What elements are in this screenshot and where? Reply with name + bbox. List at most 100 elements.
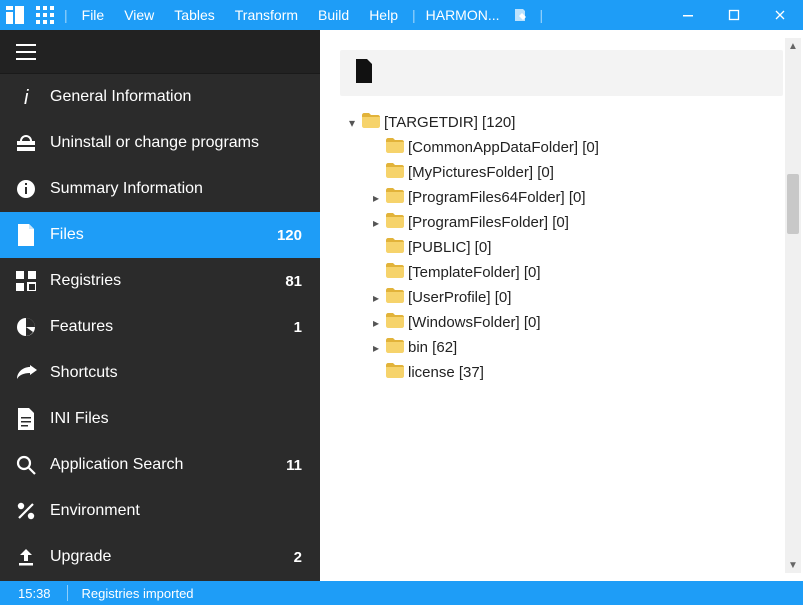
- vertical-scrollbar[interactable]: ▲ ▼: [785, 38, 801, 573]
- tree-node-label: [ProgramFilesFolder] [0]: [408, 214, 569, 231]
- upgrade-icon: [14, 547, 38, 567]
- sidebar-item-label: Upgrade: [50, 548, 111, 566]
- sidebar-item-badge: 81: [285, 273, 302, 290]
- sidebar-item-label: Application Search: [50, 456, 183, 474]
- app-layout-icon[interactable]: [0, 6, 30, 24]
- scroll-down-button[interactable]: ▼: [785, 557, 801, 573]
- info-italic-icon: i: [14, 87, 38, 107]
- scroll-up-button[interactable]: ▲: [785, 38, 801, 54]
- folder-icon: [386, 313, 404, 332]
- sidebar-item-upgrade[interactable]: Upgrade 2: [0, 534, 320, 580]
- scroll-thumb[interactable]: [787, 174, 799, 234]
- tree-node-label: [PUBLIC] [0]: [408, 239, 491, 256]
- tree-row[interactable]: ▸ [ProgramFiles64Folder] [0]: [340, 185, 783, 210]
- sidebar-item-label: General Information: [50, 88, 191, 106]
- status-time: 15:38: [0, 586, 67, 601]
- tree-row[interactable]: ▸[CommonAppDataFolder] [0]: [340, 135, 783, 160]
- tree-node-label: [TARGETDIR] [120]: [384, 114, 515, 131]
- sidebar-item-badge: 1: [294, 319, 302, 336]
- sidebar-item-label: Uninstall or change programs: [50, 134, 259, 152]
- tree-row[interactable]: ▸[MyPicturesFolder] [0]: [340, 160, 783, 185]
- file-icon: [14, 224, 38, 246]
- menu-view[interactable]: View: [114, 0, 164, 30]
- tree-row[interactable]: ▸ bin [62]: [340, 335, 783, 360]
- search-icon: [14, 455, 38, 475]
- sidebar-item-label: Files: [50, 226, 84, 244]
- tree-node-label: [CommonAppDataFolder] [0]: [408, 139, 599, 156]
- sidebar-item-files[interactable]: Files120: [0, 212, 320, 258]
- folder-icon: [362, 113, 380, 132]
- sidebar-item-label: Features: [50, 318, 113, 336]
- tree-node-label: [TemplateFolder] [0]: [408, 264, 541, 281]
- tree-row[interactable]: ▸ [WindowsFolder] [0]: [340, 310, 783, 335]
- tree-node-label: [MyPicturesFolder] [0]: [408, 164, 554, 181]
- sidebar-item-registries[interactable]: Registries 81: [0, 258, 320, 304]
- tree-node-label: [WindowsFolder] [0]: [408, 314, 541, 331]
- caret-right-icon[interactable]: ▸: [368, 216, 384, 230]
- window-minimize-button[interactable]: [665, 0, 711, 30]
- menu-file[interactable]: File: [72, 0, 115, 30]
- folder-icon: [386, 163, 404, 182]
- menu-help[interactable]: Help: [359, 0, 408, 30]
- folder-icon: [386, 363, 404, 382]
- percent-icon: [14, 501, 38, 521]
- caret-right-icon[interactable]: ▸: [368, 191, 384, 205]
- caret-down-icon[interactable]: ▾: [344, 116, 360, 130]
- shortcut-icon: [14, 365, 38, 381]
- titlebar: | File View Tables Transform Build Help …: [0, 0, 803, 30]
- folder-icon: [386, 138, 404, 157]
- menu-transform[interactable]: Transform: [225, 0, 308, 30]
- sidebar-item-summary-information[interactable]: Summary Information: [0, 166, 320, 212]
- folder-icon: [386, 338, 404, 357]
- tree-row[interactable]: ▸[PUBLIC] [0]: [340, 235, 783, 260]
- folder-icon: [386, 238, 404, 257]
- tree-row[interactable]: ▸[UserProfile] [0]: [340, 285, 783, 310]
- menu-tables[interactable]: Tables: [164, 0, 224, 30]
- content-header: [340, 50, 783, 96]
- uninstall-icon: [14, 133, 38, 153]
- sidebar-item-ini-files[interactable]: INI Files: [0, 396, 320, 442]
- sidebar-item-general-information[interactable]: i General Information: [0, 74, 320, 120]
- folder-icon: [386, 213, 404, 232]
- caret-right-icon[interactable]: ▸: [368, 341, 384, 355]
- tree-row[interactable]: ▸ [ProgramFilesFolder] [0]: [340, 210, 783, 235]
- sidebar-hamburger-button[interactable]: [0, 30, 320, 74]
- window-close-button[interactable]: [757, 0, 803, 30]
- folder-icon: [386, 288, 404, 307]
- titlebar-separator: |: [408, 7, 420, 23]
- sidebar-item-uninstall-or-change-programs[interactable]: Uninstall or change programs: [0, 120, 320, 166]
- svg-text:i: i: [24, 87, 29, 107]
- folder-tree: ▾[TARGETDIR] [120]▸[CommonAppDataFolder]…: [340, 110, 783, 385]
- titlebar-separator: |: [536, 7, 548, 23]
- info-circle-icon: [14, 179, 38, 199]
- sidebar-item-features[interactable]: Features 1: [0, 304, 320, 350]
- sidebar-item-label: Summary Information: [50, 180, 203, 198]
- file-icon: [354, 59, 374, 88]
- folder-icon: [386, 188, 404, 207]
- sidebar-item-label: INI Files: [50, 410, 109, 428]
- folder-icon: [386, 263, 404, 282]
- tree-node-label: bin [62]: [408, 339, 457, 356]
- caret-right-icon[interactable]: ▸: [368, 316, 384, 330]
- app-grid-icon[interactable]: [30, 6, 60, 24]
- sidebar-item-shortcuts[interactable]: Shortcuts: [0, 350, 320, 396]
- edit-document-icon[interactable]: [506, 7, 536, 23]
- sidebar-item-badge: 2: [294, 549, 302, 566]
- sidebar-item-environment[interactable]: Environment: [0, 488, 320, 534]
- window-maximize-button[interactable]: [711, 0, 757, 30]
- sidebar-item-application-search[interactable]: Application Search11: [0, 442, 320, 488]
- scroll-track[interactable]: [785, 54, 801, 557]
- tree-node-label: license [37]: [408, 364, 484, 381]
- hamburger-icon: [16, 44, 36, 60]
- tree-row[interactable]: ▸[TemplateFolder] [0]: [340, 260, 783, 285]
- sidebar-item-label: Shortcuts: [50, 364, 118, 382]
- tree-row[interactable]: ▸license [37]: [340, 360, 783, 385]
- pie-icon: [14, 317, 38, 337]
- tree-row[interactable]: ▾ [TARGETDIR] [120]: [340, 110, 783, 135]
- caret-right-icon[interactable]: ▸: [368, 291, 384, 305]
- sidebar-item-label: Registries: [50, 272, 121, 290]
- menu-build[interactable]: Build: [308, 0, 359, 30]
- statusbar: 15:38 Registries imported: [0, 581, 803, 605]
- inifile-icon: [14, 408, 38, 430]
- tree-node-label: [ProgramFiles64Folder] [0]: [408, 189, 586, 206]
